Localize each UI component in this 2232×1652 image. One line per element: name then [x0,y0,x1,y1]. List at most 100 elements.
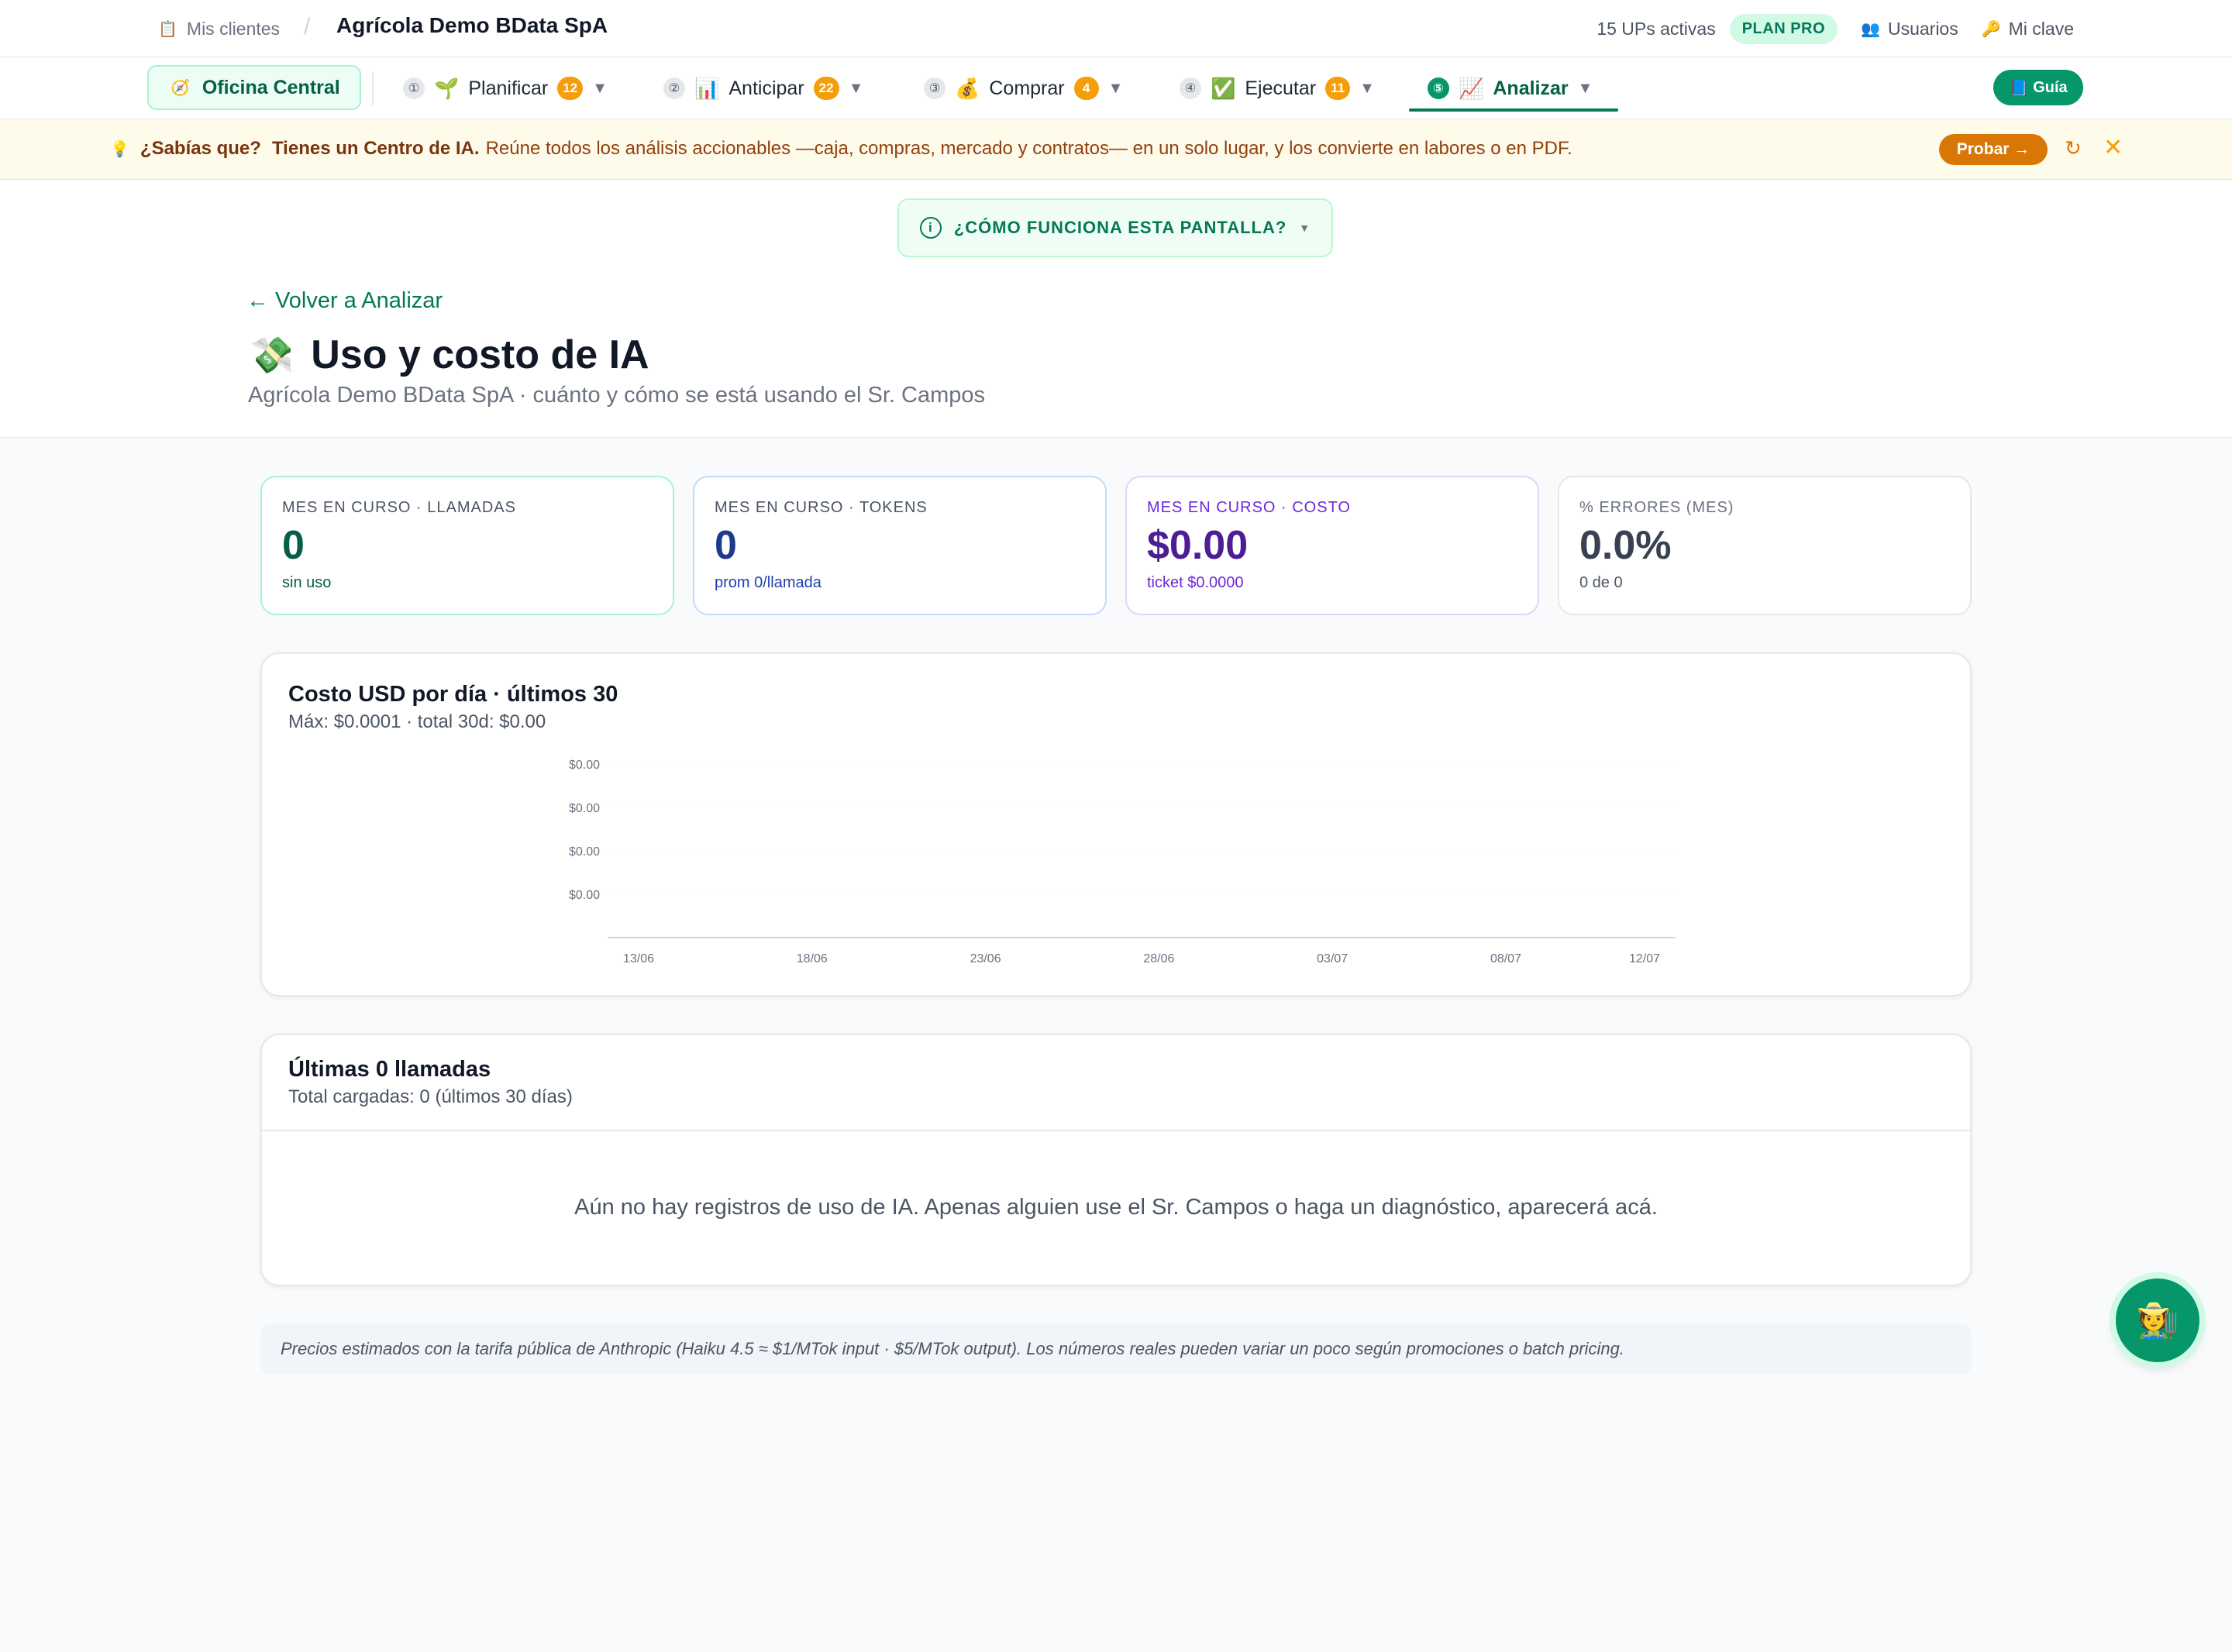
close-icon[interactable]: ✕ [2103,134,2123,161]
x-tick-label: 03/07 [1317,952,1348,965]
nav-item-label: Ejecutar [1245,77,1317,99]
info-icon: i [919,217,942,239]
active-tab-underline [1409,108,1618,112]
y-tick-label: $0.00 [569,845,600,859]
page-title-text: Uso y costo de IA [311,332,649,377]
nav-divider [372,71,374,105]
money-bag-icon: 💰 [955,76,980,100]
kpi-card-cost: MES EN CURSO · COSTO $0.00 ticket $0.000… [1125,476,1539,615]
breadcrumb-separator: / [304,14,311,40]
breadcrumb-clients-label: Mis clientes [186,18,281,39]
guide-button[interactable]: 📘 Guía [1993,70,2083,105]
users-icon: 👥 [1861,20,1880,38]
page-header: i ¿CÓMO FUNCIONA ESTA PANTALLA? ▼ ← Volv… [0,180,2232,438]
nav-item-analizar[interactable]: ⑤ 📈 Analizar ▼ [1428,65,1593,112]
nav-item-label: Comprar [989,77,1065,99]
x-tick-label: 18/06 [797,952,828,965]
y-tick-label: $0.00 [569,889,600,902]
calls-title: Últimas 0 llamadas [288,1057,491,1082]
kpi-card-errors: % ERRORES (MES) 0.0% 0 de 0 [1558,476,1972,615]
kpi-card-tokens: MES EN CURSO · TOKENS 0 prom 0/llamada [693,476,1107,615]
chevron-down-icon: ▼ [1299,222,1311,234]
y-tick-label: $0.00 [569,759,600,772]
chevron-down-icon[interactable]: ▼ [1359,80,1375,98]
nav-item-label: Planificar [468,77,549,99]
x-tick-label: 12/07 [1629,952,1660,965]
tip-banner: 💡 ¿Sabías que? Tienes un Centro de IA. R… [0,119,2232,180]
kpi-card-calls: MES EN CURSO · LLAMADAS 0 sin uso [260,476,674,615]
nav-item-ejecutar[interactable]: ④ ✅ Ejecutar 11 ▼ [1180,65,1375,112]
page-subtitle: Agrícola Demo BData SpA · cuánto y cómo … [248,383,986,408]
howto-toggle[interactable]: i ¿CÓMO FUNCIONA ESTA PANTALLA? ▼ [897,198,1333,257]
count-badge: 11 [1325,77,1351,100]
kpi-value: 0 [282,523,305,568]
calls-subtitle: Total cargadas: 0 (últimos 30 días) [288,1086,573,1107]
kpi-value: $0.00 [1147,523,1249,568]
nav-item-anticipar[interactable]: ② 📊 Anticipar 22 ▼ [663,65,863,112]
step-4-icon: ④ [1180,77,1201,99]
trend-chart-icon: 📈 [1459,76,1484,100]
kpi-label: % ERRORES (MES) [1579,499,1734,516]
nav-item-comprar[interactable]: ③ 💰 Comprar 4 ▼ [924,65,1123,112]
clipboard-icon: 📋 [158,20,177,38]
users-link-label: Usuarios [1887,18,1958,39]
guide-label: Guía [2033,78,2068,96]
recent-calls-card: Últimas 0 llamadas Total cargadas: 0 (úl… [260,1034,1972,1286]
kpi-sub: prom 0/llamada [715,574,822,591]
x-tick-label: 13/06 [623,952,654,965]
count-badge: 4 [1073,77,1099,100]
nav-item-label: Anticipar [728,77,804,99]
money-icon: 💸 [250,334,294,375]
chevron-down-icon[interactable]: ▼ [849,80,864,98]
compass-icon: 🧭 [170,79,190,97]
my-key-label: Mi clave [2008,18,2074,39]
kpi-sub: ticket $0.0000 [1147,574,1244,591]
tip-question: ¿Sabías que? [140,138,261,159]
x-tick-label: 28/06 [1143,952,1174,965]
nav-item-label: Analizar [1493,77,1569,99]
page-title: 💸 Uso y costo de IA [250,332,649,378]
cost-chart-card: Costo USD por día · últimos 30 Máx: $0.0… [260,652,1972,996]
count-badge: 22 [813,77,839,100]
back-link[interactable]: ← Volver a Analizar [246,288,443,314]
count-badge: 12 [557,77,584,100]
kpi-sub: 0 de 0 [1579,574,1623,591]
office-label: Oficina Central [202,76,340,98]
top-bar: 📋 Mis clientes / Agrícola Demo BData SpA… [0,0,2232,57]
x-tick-label: 08/07 [1490,952,1521,965]
try-button[interactable]: Probar → [1939,134,2048,165]
seedling-icon: 🌱 [434,76,460,100]
refresh-icon[interactable]: ↻ [2065,136,2082,160]
check-icon: ✅ [1211,76,1236,100]
kpi-value: 0.0% [1579,523,1672,568]
chevron-down-icon[interactable]: ▼ [1108,80,1124,98]
step-2-icon: ② [663,77,685,99]
book-icon: 📘 [2009,79,2029,97]
empty-state-message: Aún no hay registros de uso de IA. Apena… [574,1195,1658,1220]
users-link[interactable]: 👥 Usuarios [1861,19,1958,40]
active-ups-count: 15 UPs activas [1596,18,1716,39]
step-3-icon: ③ [924,77,946,99]
chevron-down-icon[interactable]: ▼ [1578,80,1593,98]
kpi-sub: sin uso [282,574,332,591]
kpi-label: MES EN CURSO · TOKENS [715,499,928,516]
assistant-fab[interactable]: 🧑‍🌾 [2116,1279,2199,1362]
kpi-value: 0 [715,523,737,568]
plan-badge: PLAN PRO [1729,13,1838,44]
main-nav: 🧭 Oficina Central ① 🌱 Planificar 12 ▼ ② … [0,57,2232,119]
top-right-group: 15 UPs activas PLAN PRO 👥 Usuarios 🔑 Mi … [1596,13,2074,44]
breadcrumb-clients[interactable]: 📋 Mis clientes [158,15,280,42]
chevron-down-icon[interactable]: ▼ [592,80,608,98]
kpi-label: MES EN CURSO · LLAMADAS [282,499,516,516]
tip-text: 💡 ¿Sabías que? Tienes un Centro de IA. R… [110,138,1572,160]
farmer-icon: 🧑‍🌾 [2136,1302,2179,1340]
lightbulb-icon: 💡 [110,140,129,158]
howto-label: ¿CÓMO FUNCIONA ESTA PANTALLA? [953,218,1287,237]
tip-headline: Tienes un Centro de IA. [271,138,480,159]
my-key-link[interactable]: 🔑 Mi clave [1982,19,2074,40]
key-icon: 🔑 [1981,20,2001,38]
nav-item-planificar[interactable]: ① 🌱 Planificar 12 ▼ [403,65,608,112]
office-button[interactable]: 🧭 Oficina Central [147,65,361,110]
divider [262,1130,1970,1131]
x-tick-label: 23/06 [970,952,1001,965]
